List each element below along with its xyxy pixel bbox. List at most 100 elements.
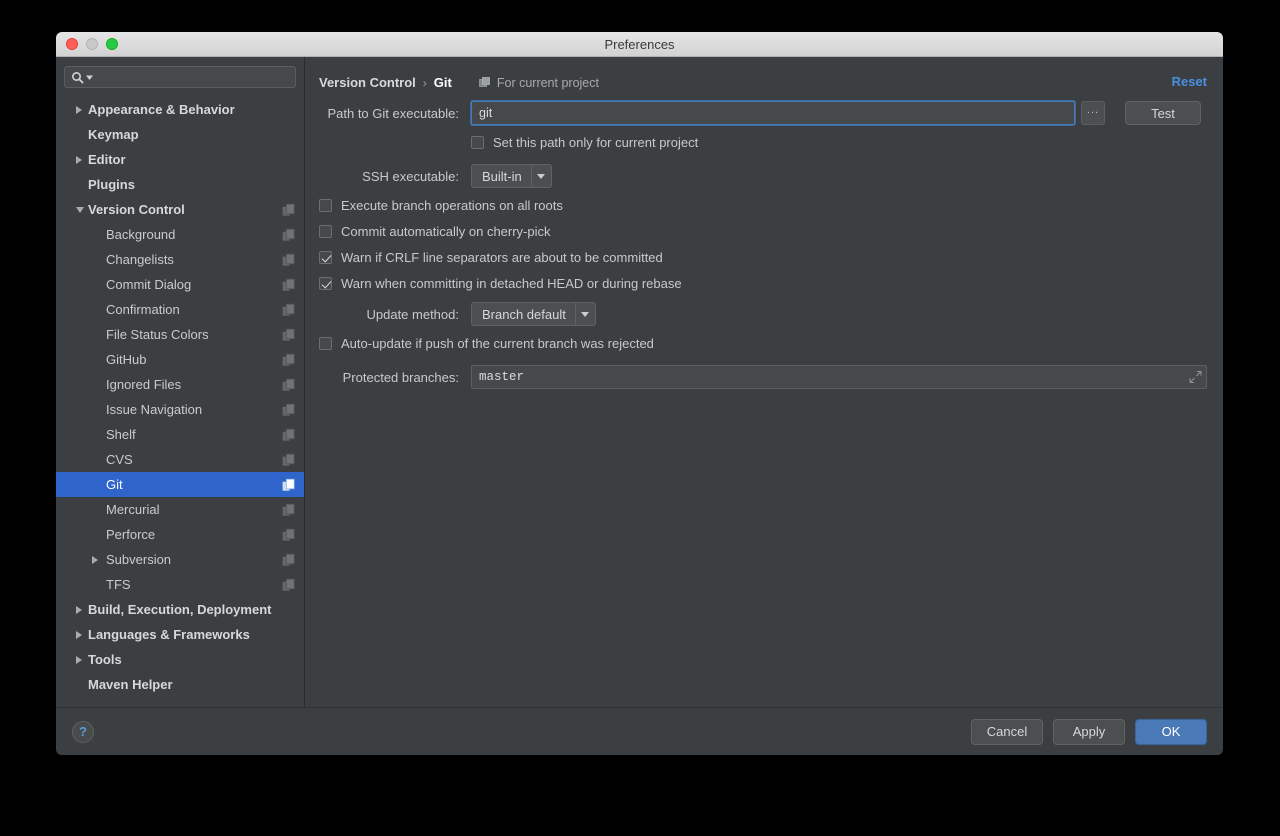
path-scope-checkbox-label[interactable]: Set this path only for current project [493,135,698,150]
path-scope-checkbox-row: Set this path only for current project [305,135,1223,150]
sidebar-item-label: Ignored Files [106,377,182,392]
sidebar-item-label: Build, Execution, Deployment [88,602,272,617]
auto-update-checkbox-row: Auto-update if push of the current branc… [305,336,1223,351]
settings-node-icon [282,478,295,491]
sidebar-item-label: GitHub [106,352,147,367]
sidebar-item-languages-frameworks[interactable]: Languages & Frameworks [56,622,304,647]
sidebar-item-label: Background [106,227,176,242]
sidebar-item-shelf[interactable]: Shelf [56,422,304,447]
settings-node-icon [282,303,295,316]
protected-branches-label: Protected branches: [342,369,459,385]
sidebar-item-label: Version Control [88,202,185,217]
auto-update-checkbox-label[interactable]: Auto-update if push of the current branc… [341,336,654,351]
ssh-executable-chevron-down-icon[interactable] [530,165,551,187]
update-method-value: Branch default [482,306,566,322]
sidebar-item-tools[interactable]: Tools [56,647,304,672]
settings-tree: Appearance & Behavior Keymap Editor Plugins… [56,94,304,707]
git-option-checkbox[interactable] [319,225,332,238]
git-option-label[interactable]: Warn when committing in detached HEAD or… [341,276,682,291]
git-option-checkbox[interactable] [319,277,332,290]
window-body: Appearance & Behavior Keymap Editor Plugins… [56,57,1223,707]
breadcrumb-root[interactable]: Version Control [319,75,416,90]
close-window-icon[interactable] [66,38,78,50]
expand-editor-icon[interactable] [1189,370,1202,384]
sidebar-item-tfs[interactable]: TFS [56,572,304,597]
sidebar-item-github[interactable]: GitHub [56,347,304,372]
protected-branches-input[interactable]: master [471,365,1207,389]
sidebar-item-version-control[interactable]: Version Control [56,197,304,222]
apply-button[interactable]: Apply [1053,718,1125,745]
sidebar-item-background[interactable]: Background [56,222,304,247]
sidebar-item-label: Languages & Frameworks [88,627,250,642]
sidebar-item-maven-helper[interactable]: Maven Helper [56,672,304,697]
cancel-button[interactable]: Cancel [971,718,1043,745]
search-scope-chevron-down-icon[interactable] [86,74,93,81]
sidebar-item-commit-dialog[interactable]: Commit Dialog [56,272,304,297]
search-input[interactable] [95,70,289,84]
git-option-label[interactable]: Commit automatically on cherry-pick [341,224,551,239]
sidebar-item-changelists[interactable]: Changelists [56,247,304,272]
settings-node-icon [282,378,295,391]
sidebar-item-ignored-files[interactable]: Ignored Files [56,372,304,397]
sidebar-item-confirmation[interactable]: Confirmation [56,297,304,322]
search-box[interactable] [64,66,296,88]
project-scope-label: For current project [496,75,599,90]
chevron-right-icon[interactable] [76,630,82,639]
chevron-right-icon[interactable] [76,655,82,664]
chevron-right-icon[interactable] [92,555,98,564]
git-option-checkbox[interactable] [319,251,332,264]
help-button[interactable]: ? [72,720,94,743]
sidebar-item-label: File Status Colors [106,327,209,342]
sidebar-item-plugins[interactable]: Plugins [56,172,304,197]
settings-node-icon [282,553,295,566]
chevron-right-icon[interactable] [76,605,82,614]
update-method-label: Update method: [366,306,459,322]
ssh-executable-row: SSH executable: Built-in [305,164,1223,188]
sidebar-item-label: Plugins [88,177,135,192]
breadcrumb-separator: › [422,75,427,90]
sidebar-item-file-status-colors[interactable]: File Status Colors [56,322,304,347]
update-method-chevron-down-icon[interactable] [574,303,595,325]
minimize-window-icon[interactable] [86,38,98,50]
search-icon [71,71,84,84]
git-path-input[interactable] [471,101,1075,125]
ok-button[interactable]: OK [1135,718,1207,745]
update-method-select[interactable]: Branch default [471,302,596,326]
sidebar-item-label: Changelists [106,252,174,267]
sidebar-item-appearance-behavior[interactable]: Appearance & Behavior [56,97,304,122]
preferences-window: Preferences Appearance & Behavior Keymap E… [56,32,1223,755]
git-option-label[interactable]: Execute branch operations on all roots [341,198,563,213]
sidebar-item-git[interactable]: Git [56,472,304,497]
sidebar-item-issue-navigation[interactable]: Issue Navigation [56,397,304,422]
window-title: Preferences [604,36,675,52]
git-option-row: Commit automatically on cherry-pick [305,224,1223,239]
settings-node-icon [282,253,295,266]
git-option-label[interactable]: Warn if CRLF line separators are about t… [341,250,663,265]
git-option-row: Warn when committing in detached HEAD or… [305,276,1223,291]
git-option-checkbox[interactable] [319,199,332,212]
sidebar-item-keymap[interactable]: Keymap [56,122,304,147]
zoom-window-icon[interactable] [106,38,118,50]
test-git-button[interactable]: Test [1125,101,1201,125]
sidebar-item-mercurial[interactable]: Mercurial [56,497,304,522]
sidebar-item-perforce[interactable]: Perforce [56,522,304,547]
sidebar-item-cvs[interactable]: CVS [56,447,304,472]
settings-node-icon [282,428,295,441]
sidebar-item-subversion[interactable]: Subversion [56,547,304,572]
chevron-right-icon[interactable] [76,105,82,114]
window-titlebar: Preferences [56,32,1223,57]
reset-link[interactable]: Reset [1172,74,1207,89]
git-option-row: Execute branch operations on all roots [305,198,1223,213]
auto-update-checkbox[interactable] [319,337,332,350]
settings-node-icon [282,228,295,241]
sidebar-item-build-execution-deployment[interactable]: Build, Execution, Deployment [56,597,304,622]
chevron-right-icon[interactable] [76,155,82,164]
sidebar-item-label: Confirmation [106,302,180,317]
chevron-down-icon[interactable] [76,206,84,213]
browse-git-path-button[interactable]: ... [1081,101,1105,125]
dialog-footer: ? Cancel Apply OK [56,707,1223,755]
sidebar-item-editor[interactable]: Editor [56,147,304,172]
ssh-executable-select[interactable]: Built-in [471,164,552,188]
path-scope-checkbox[interactable] [471,136,484,149]
sidebar-search-wrap [56,57,304,94]
